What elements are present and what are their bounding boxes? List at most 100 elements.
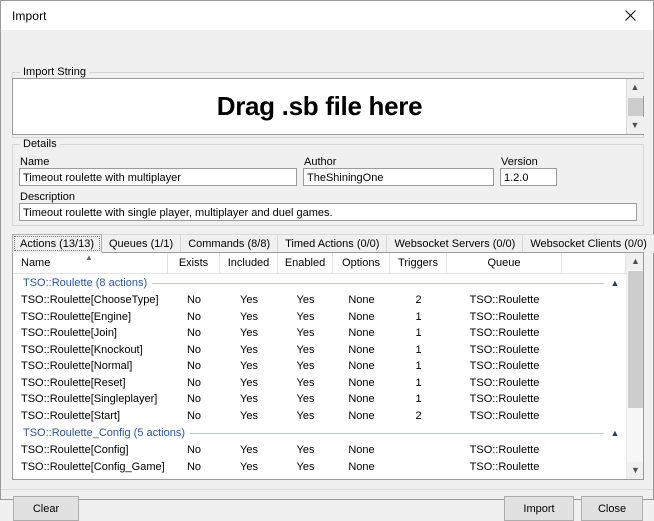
listview-scrollbar[interactable]: ▲ ▼ (626, 253, 643, 479)
cell-enabled: Yes (296, 327, 315, 340)
chevron-up-icon[interactable]: ▲ (604, 278, 626, 288)
table-row[interactable]: TSO::Roulette[Reset] No Yes Yes None 1 TSO::Ro… (13, 375, 626, 392)
table-row[interactable]: TSO::Roulette[Engine] No Yes Yes None 1 TSO::R… (13, 309, 626, 326)
table-row[interactable]: TSO::Roulette[Start] No Yes Yes None 2 TSO::Ro… (13, 408, 626, 425)
cell-queue: TSO::Roulette (469, 310, 540, 323)
cell-enabled: Yes (296, 393, 315, 406)
details-group-label: Details (20, 138, 60, 150)
cell-enabled: Yes (296, 310, 315, 323)
group-divider-line (152, 282, 604, 284)
chevron-down-icon[interactable]: ▼ (627, 462, 643, 479)
name-label: Name (20, 156, 50, 168)
column-header-name[interactable]: Name ▲ (13, 253, 168, 273)
listview-group-header[interactable]: TSO::Roulette_Config (5 actions) ▲ (13, 424, 626, 442)
tab-actions-13-13[interactable]: Actions (13/13) (12, 234, 102, 253)
chevron-up-icon[interactable]: ▲ (626, 79, 644, 96)
listview-inner: Name ▲ Exists Included Enabled Options T… (13, 253, 643, 479)
name-input[interactable]: Timeout roulette with multiplayer (19, 168, 297, 186)
cell-queue: TSO::Roulette (469, 294, 540, 307)
chevron-up-icon[interactable]: ▲ (627, 253, 643, 270)
cell-included: Yes (240, 343, 258, 356)
description-input[interactable]: Timeout roulette with single player, mul… (19, 203, 637, 221)
chevron-down-icon[interactable]: ▼ (626, 117, 644, 134)
listview-group-header[interactable]: TSO::Roulette (8 actions) ▲ (13, 274, 626, 292)
cell-options: None (348, 393, 375, 406)
cell-queue: TSO::Roulette (469, 444, 540, 457)
cell-queue: TSO::Roulette (469, 393, 540, 406)
cell-included: Yes (240, 294, 258, 307)
cell-included: Yes (240, 460, 258, 473)
drag-file-hint: Drag .sb file here (216, 91, 423, 121)
dialog-client-area: Import String Drag .sb file here ▲ ▼ Det… (1, 30, 654, 521)
table-row[interactable]: TSO::Roulette[Config] No Yes Yes None TSO::Ro… (13, 442, 626, 459)
cell-enabled: Yes (296, 360, 315, 373)
import-string-dropzone[interactable]: Drag .sb file here ▲ ▼ (12, 78, 644, 135)
tab-websocket-clients-0-0[interactable]: Websocket Clients (0/0) (522, 234, 654, 253)
author-label: Author (304, 156, 337, 168)
table-row[interactable]: TSO::Roulette[Knockout] No Yes Yes None 1 TSO:… (13, 342, 626, 359)
cell-queue: TSO::Roulette (469, 409, 540, 422)
cell-included: Yes (240, 360, 258, 373)
cell-triggers: 1 (415, 327, 422, 340)
cell-exists: No (186, 294, 202, 307)
import-dialog: Import Import String Drag .sb file here … (0, 0, 654, 521)
cell-options: None (348, 360, 375, 373)
column-header-included[interactable]: Included (220, 253, 278, 273)
column-header-enabled[interactable]: Enabled (278, 253, 333, 273)
table-row[interactable]: TSO::Roulette[ChooseType] No Yes Yes None 2 TS… (13, 292, 626, 309)
cell-options: None (348, 376, 375, 389)
tab-timed-actions-0-0[interactable]: Timed Actions (0/0) (277, 234, 388, 253)
cell-exists: No (186, 444, 202, 457)
footer-separator (1, 489, 653, 490)
cell-name: TSO::Roulette[Engine] (21, 310, 132, 323)
chevron-up-icon[interactable]: ▲ (604, 428, 626, 438)
cell-triggers: 2 (415, 294, 422, 307)
cell-exists: No (186, 460, 202, 473)
cell-queue: TSO::Roulette (469, 327, 540, 340)
cell-enabled: Yes (296, 444, 315, 457)
scrollbar-thumb[interactable] (627, 97, 643, 116)
cell-name: TSO::Roulette[Config] (21, 444, 129, 457)
cell-exists: No (186, 376, 202, 389)
cell-enabled: Yes (296, 343, 315, 356)
group-divider-line (190, 432, 604, 434)
cell-options: None (348, 409, 375, 422)
cell-name: TSO::Roulette[Reset] (21, 376, 126, 389)
column-header-queue[interactable]: Queue (447, 253, 562, 273)
cell-exists: No (186, 343, 202, 356)
cell-queue: TSO::Roulette (469, 376, 540, 389)
table-row[interactable]: TSO::Roulette[Normal] No Yes Yes None 1 TSO::R… (13, 358, 626, 375)
column-header-exists[interactable]: Exists (168, 253, 220, 273)
author-input[interactable]: TheShiningOne (303, 168, 494, 186)
scrollbar-thumb[interactable] (628, 271, 643, 408)
cell-included: Yes (240, 376, 258, 389)
tab-websocket-servers-0-0[interactable]: Websocket Servers (0/0) (386, 234, 524, 253)
cell-options: None (348, 343, 375, 356)
column-header-options[interactable]: Options (333, 253, 390, 273)
group-title: TSO::Roulette_Config (5 actions) (23, 427, 186, 439)
close-window-button[interactable] (608, 1, 653, 29)
version-label: Version (501, 156, 538, 168)
cell-enabled: Yes (296, 294, 315, 307)
cell-name: TSO::Roulette[ChooseType] (21, 294, 159, 307)
cell-triggers: 1 (415, 376, 422, 389)
version-input[interactable]: 1.2.0 (500, 168, 557, 186)
listview-header: Name ▲ Exists Included Enabled Options T… (13, 253, 626, 274)
cell-options: None (348, 294, 375, 307)
import-string-scrollbar[interactable]: ▲ ▼ (626, 79, 644, 134)
tab-strip: Actions (13/13) Queues (1/1) Commands (8/8… (12, 234, 654, 253)
cell-name: TSO::Roulette[Normal] (21, 360, 133, 373)
cell-triggers: 1 (415, 360, 422, 373)
cell-exists: No (186, 327, 202, 340)
tab-commands-8-8[interactable]: Commands (8/8) (180, 234, 279, 253)
description-label: Description (20, 191, 76, 203)
cell-exists: No (186, 310, 202, 323)
table-row[interactable]: TSO::Roulette[Singleplayer] No Yes Yes None 1… (13, 391, 626, 408)
close-icon (625, 9, 636, 21)
cell-queue: TSO::Roulette (469, 360, 540, 373)
table-row[interactable]: TSO::Roulette[Config_Game] No Yes Yes None TS… (13, 459, 626, 476)
table-row[interactable]: TSO::Roulette[Join] No Yes Yes None 1 TSO::Rou… (13, 325, 626, 342)
import-string-group-label: Import String (20, 66, 89, 78)
column-header-triggers[interactable]: Triggers (390, 253, 447, 273)
tab-queues-1-1[interactable]: Queues (1/1) (100, 234, 182, 253)
